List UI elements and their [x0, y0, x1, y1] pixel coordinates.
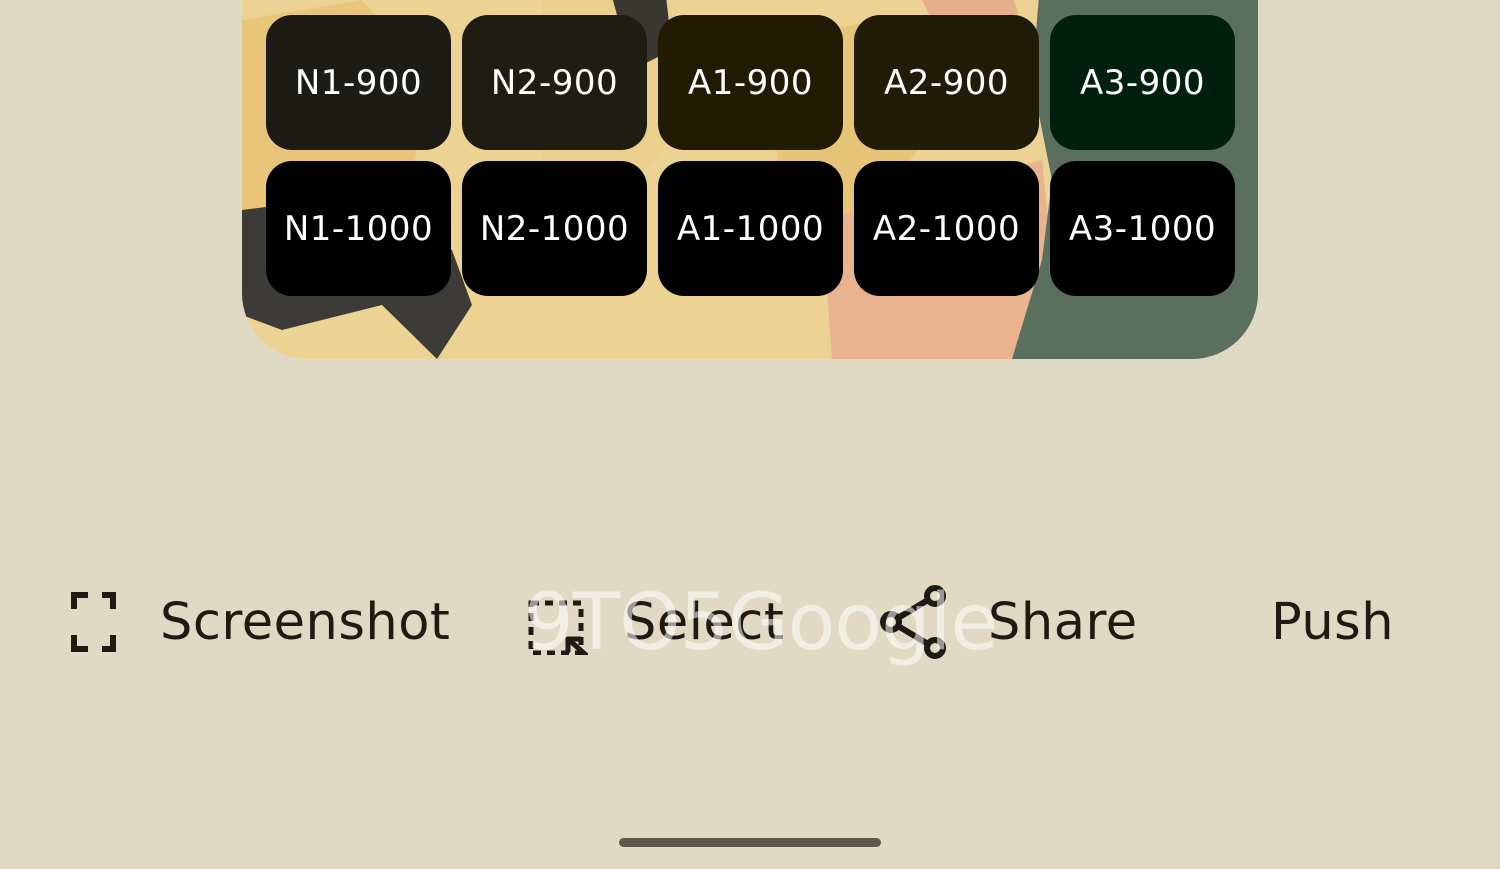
palette-tile-a3-900: A3-900 [1050, 15, 1235, 150]
tile-label: N2-1000 [479, 208, 630, 249]
select-region-icon [528, 600, 588, 655]
tile-label: A3-1000 [1068, 208, 1217, 249]
tile-label: A2-900 [883, 62, 1010, 103]
select-label: Select [624, 592, 785, 652]
tile-label: A1-900 [687, 62, 814, 103]
tile-label: A2-1000 [872, 208, 1021, 249]
share-icon [880, 585, 946, 659]
palette-tile-a1-900: A1-900 [658, 15, 843, 150]
screenshot-label: Screenshot [160, 592, 451, 652]
screenshot-frame-icon [71, 592, 116, 652]
tile-label: A3-900 [1079, 62, 1206, 103]
palette-tile-n1-1000: N1-1000 [266, 161, 451, 296]
push-label: Push [1271, 592, 1395, 652]
palette-tile-n2-1000: N2-1000 [462, 161, 647, 296]
screenshot-actions-bar: Screenshot Select Share Push [0, 580, 1500, 664]
palette-tile-a3-1000: A3-1000 [1050, 161, 1235, 296]
palette-tile-a2-1000: A2-1000 [854, 161, 1039, 296]
wallpaper-preview: N1-900 N2-900 A1-900 A2-900 A3-900 N1-10… [242, 0, 1258, 359]
palette-tile-a1-1000: A1-1000 [658, 161, 843, 296]
tile-label: N1-900 [294, 62, 423, 103]
tile-label: N1-1000 [283, 208, 434, 249]
share-label: Share [988, 592, 1138, 652]
palette-tile-n2-900: N2-900 [462, 15, 647, 150]
screenshot-button[interactable]: Screenshot [70, 580, 450, 664]
palette-tile-n1-900: N1-900 [266, 15, 451, 150]
gesture-nav-handle[interactable] [619, 838, 881, 847]
push-button[interactable]: Push [1271, 580, 1394, 664]
share-button[interactable]: Share [880, 580, 1138, 664]
tile-label: A1-1000 [676, 208, 825, 249]
tile-label: N2-900 [490, 62, 619, 103]
select-button[interactable]: Select [528, 580, 784, 664]
palette-tile-a2-900: A2-900 [854, 15, 1039, 150]
